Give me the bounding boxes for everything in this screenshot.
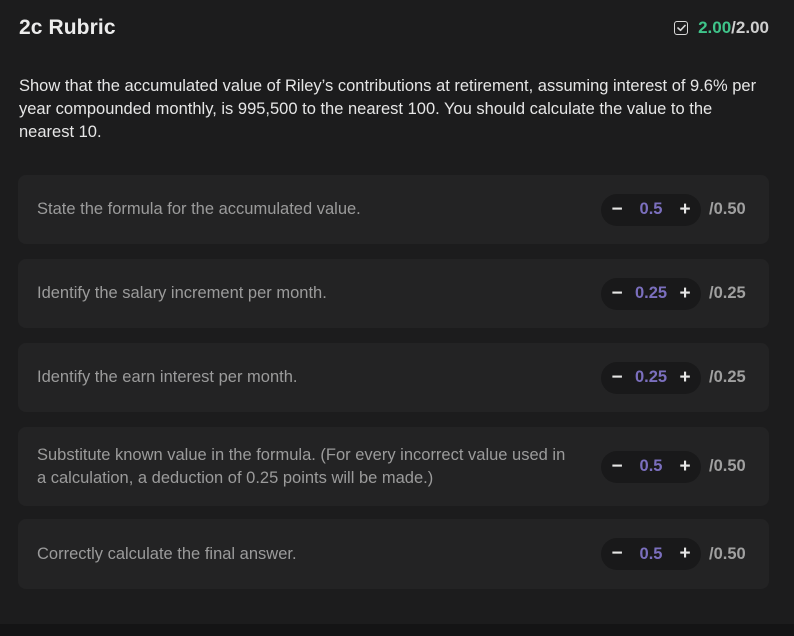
score-value[interactable]: 0.25 bbox=[627, 368, 675, 387]
criterion-max: /0.50 bbox=[709, 200, 746, 218]
increment-button[interactable]: + bbox=[675, 199, 695, 221]
criterion-max: /0.25 bbox=[709, 284, 746, 302]
criterion-score: − 0.5 + /0.50 bbox=[601, 450, 751, 483]
score-stepper[interactable]: − 0.5 + bbox=[601, 450, 701, 483]
score-stepper[interactable]: − 0.5 + bbox=[601, 193, 701, 226]
decrement-button[interactable]: − bbox=[607, 456, 627, 478]
criterion-label: Identify the earn interest per month. bbox=[37, 368, 298, 386]
criterion-max: /0.50 bbox=[709, 457, 746, 475]
score-stepper[interactable]: − 0.5 + bbox=[601, 538, 701, 570]
criterion-score: − 0.5 + /0.50 bbox=[601, 193, 751, 226]
criterion-label: Substitute known value in the formula. (… bbox=[37, 445, 566, 487]
score-stepper[interactable]: − 0.25 + bbox=[601, 277, 701, 310]
criterion-score: − 0.5 + /0.50 bbox=[601, 538, 751, 570]
question-text: Show that the accumulated value of Riley… bbox=[19, 77, 757, 141]
criterion-score: − 0.25 + /0.25 bbox=[601, 277, 751, 310]
criterion-max: /0.25 bbox=[709, 368, 746, 386]
criterion-row: Correctly calculate the final answer. − … bbox=[18, 519, 769, 589]
checkbox-check-icon bbox=[674, 21, 689, 35]
decrement-button[interactable]: − bbox=[607, 283, 627, 305]
score-stepper[interactable]: − 0.25 + bbox=[601, 361, 701, 394]
criterion-row: Substitute known value in the formula. (… bbox=[18, 427, 769, 506]
increment-button[interactable]: + bbox=[675, 283, 695, 305]
criterion-label: Identify the salary increment per month. bbox=[37, 284, 327, 302]
score-value[interactable]: 0.5 bbox=[627, 545, 675, 564]
score-value[interactable]: 0.25 bbox=[627, 284, 675, 303]
bottom-divider bbox=[0, 624, 794, 636]
rubric-header: 2c Rubric 2.00/2.00 bbox=[19, 13, 769, 43]
criterion-row: Identify the salary increment per month.… bbox=[18, 259, 769, 328]
increment-button[interactable]: + bbox=[675, 543, 695, 565]
criterion-label: State the formula for the accumulated va… bbox=[37, 200, 361, 218]
rubric-title: 2c Rubric bbox=[19, 16, 116, 39]
decrement-button[interactable]: − bbox=[607, 199, 627, 221]
increment-button[interactable]: + bbox=[675, 367, 695, 389]
total-score: 2.00/2.00 bbox=[674, 18, 769, 38]
score-value[interactable]: 0.5 bbox=[627, 200, 675, 219]
criterion-max: /0.50 bbox=[709, 544, 746, 563]
criterion-row: State the formula for the accumulated va… bbox=[18, 175, 769, 244]
criterion-row: Identify the earn interest per month. − … bbox=[18, 343, 769, 412]
criterion-label: Correctly calculate the final answer. bbox=[37, 544, 297, 563]
decrement-button[interactable]: − bbox=[607, 543, 627, 565]
score-value[interactable]: 0.5 bbox=[627, 457, 675, 476]
criterion-score: − 0.25 + /0.25 bbox=[601, 361, 751, 394]
total-score-max: 2.00 bbox=[735, 18, 769, 37]
decrement-button[interactable]: − bbox=[607, 367, 627, 389]
increment-button[interactable]: + bbox=[675, 456, 695, 478]
total-score-earned: 2.00 bbox=[698, 18, 732, 37]
